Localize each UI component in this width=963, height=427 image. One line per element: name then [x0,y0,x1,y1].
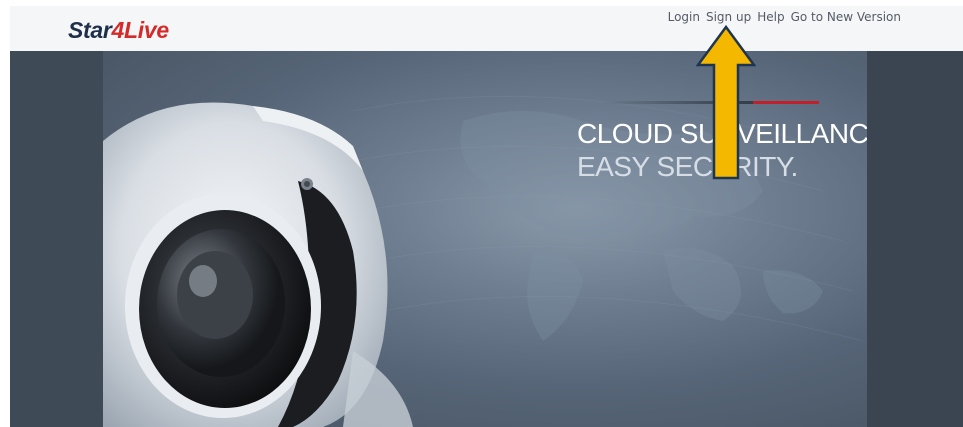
hero-banner: CLOUD SURVEILLANCE, EASY SECURITY. [10,51,963,427]
logo-part-3: Live [124,17,169,43]
help-link[interactable]: Help [757,10,784,24]
security-camera-image [103,102,413,427]
signup-link[interactable]: Sign up [706,10,751,24]
page: Star4Live Login Sign up Help Go to New V… [0,0,963,427]
hero-left-margin [10,51,103,427]
hero-right-margin [867,51,963,427]
login-link[interactable]: Login [668,10,700,24]
logo-part-2: 4 [111,17,125,43]
logo-part-1: Star [68,17,112,43]
new-version-link[interactable]: Go to New Version [791,10,901,24]
top-nav: Login Sign up Help Go to New Version [668,10,901,24]
up-arrow-icon [696,25,756,180]
logo[interactable]: Star4Live [68,19,169,42]
decorative-accent-line [753,101,819,104]
header-bar: Star4Live Login Sign up Help Go to New V… [10,6,963,51]
